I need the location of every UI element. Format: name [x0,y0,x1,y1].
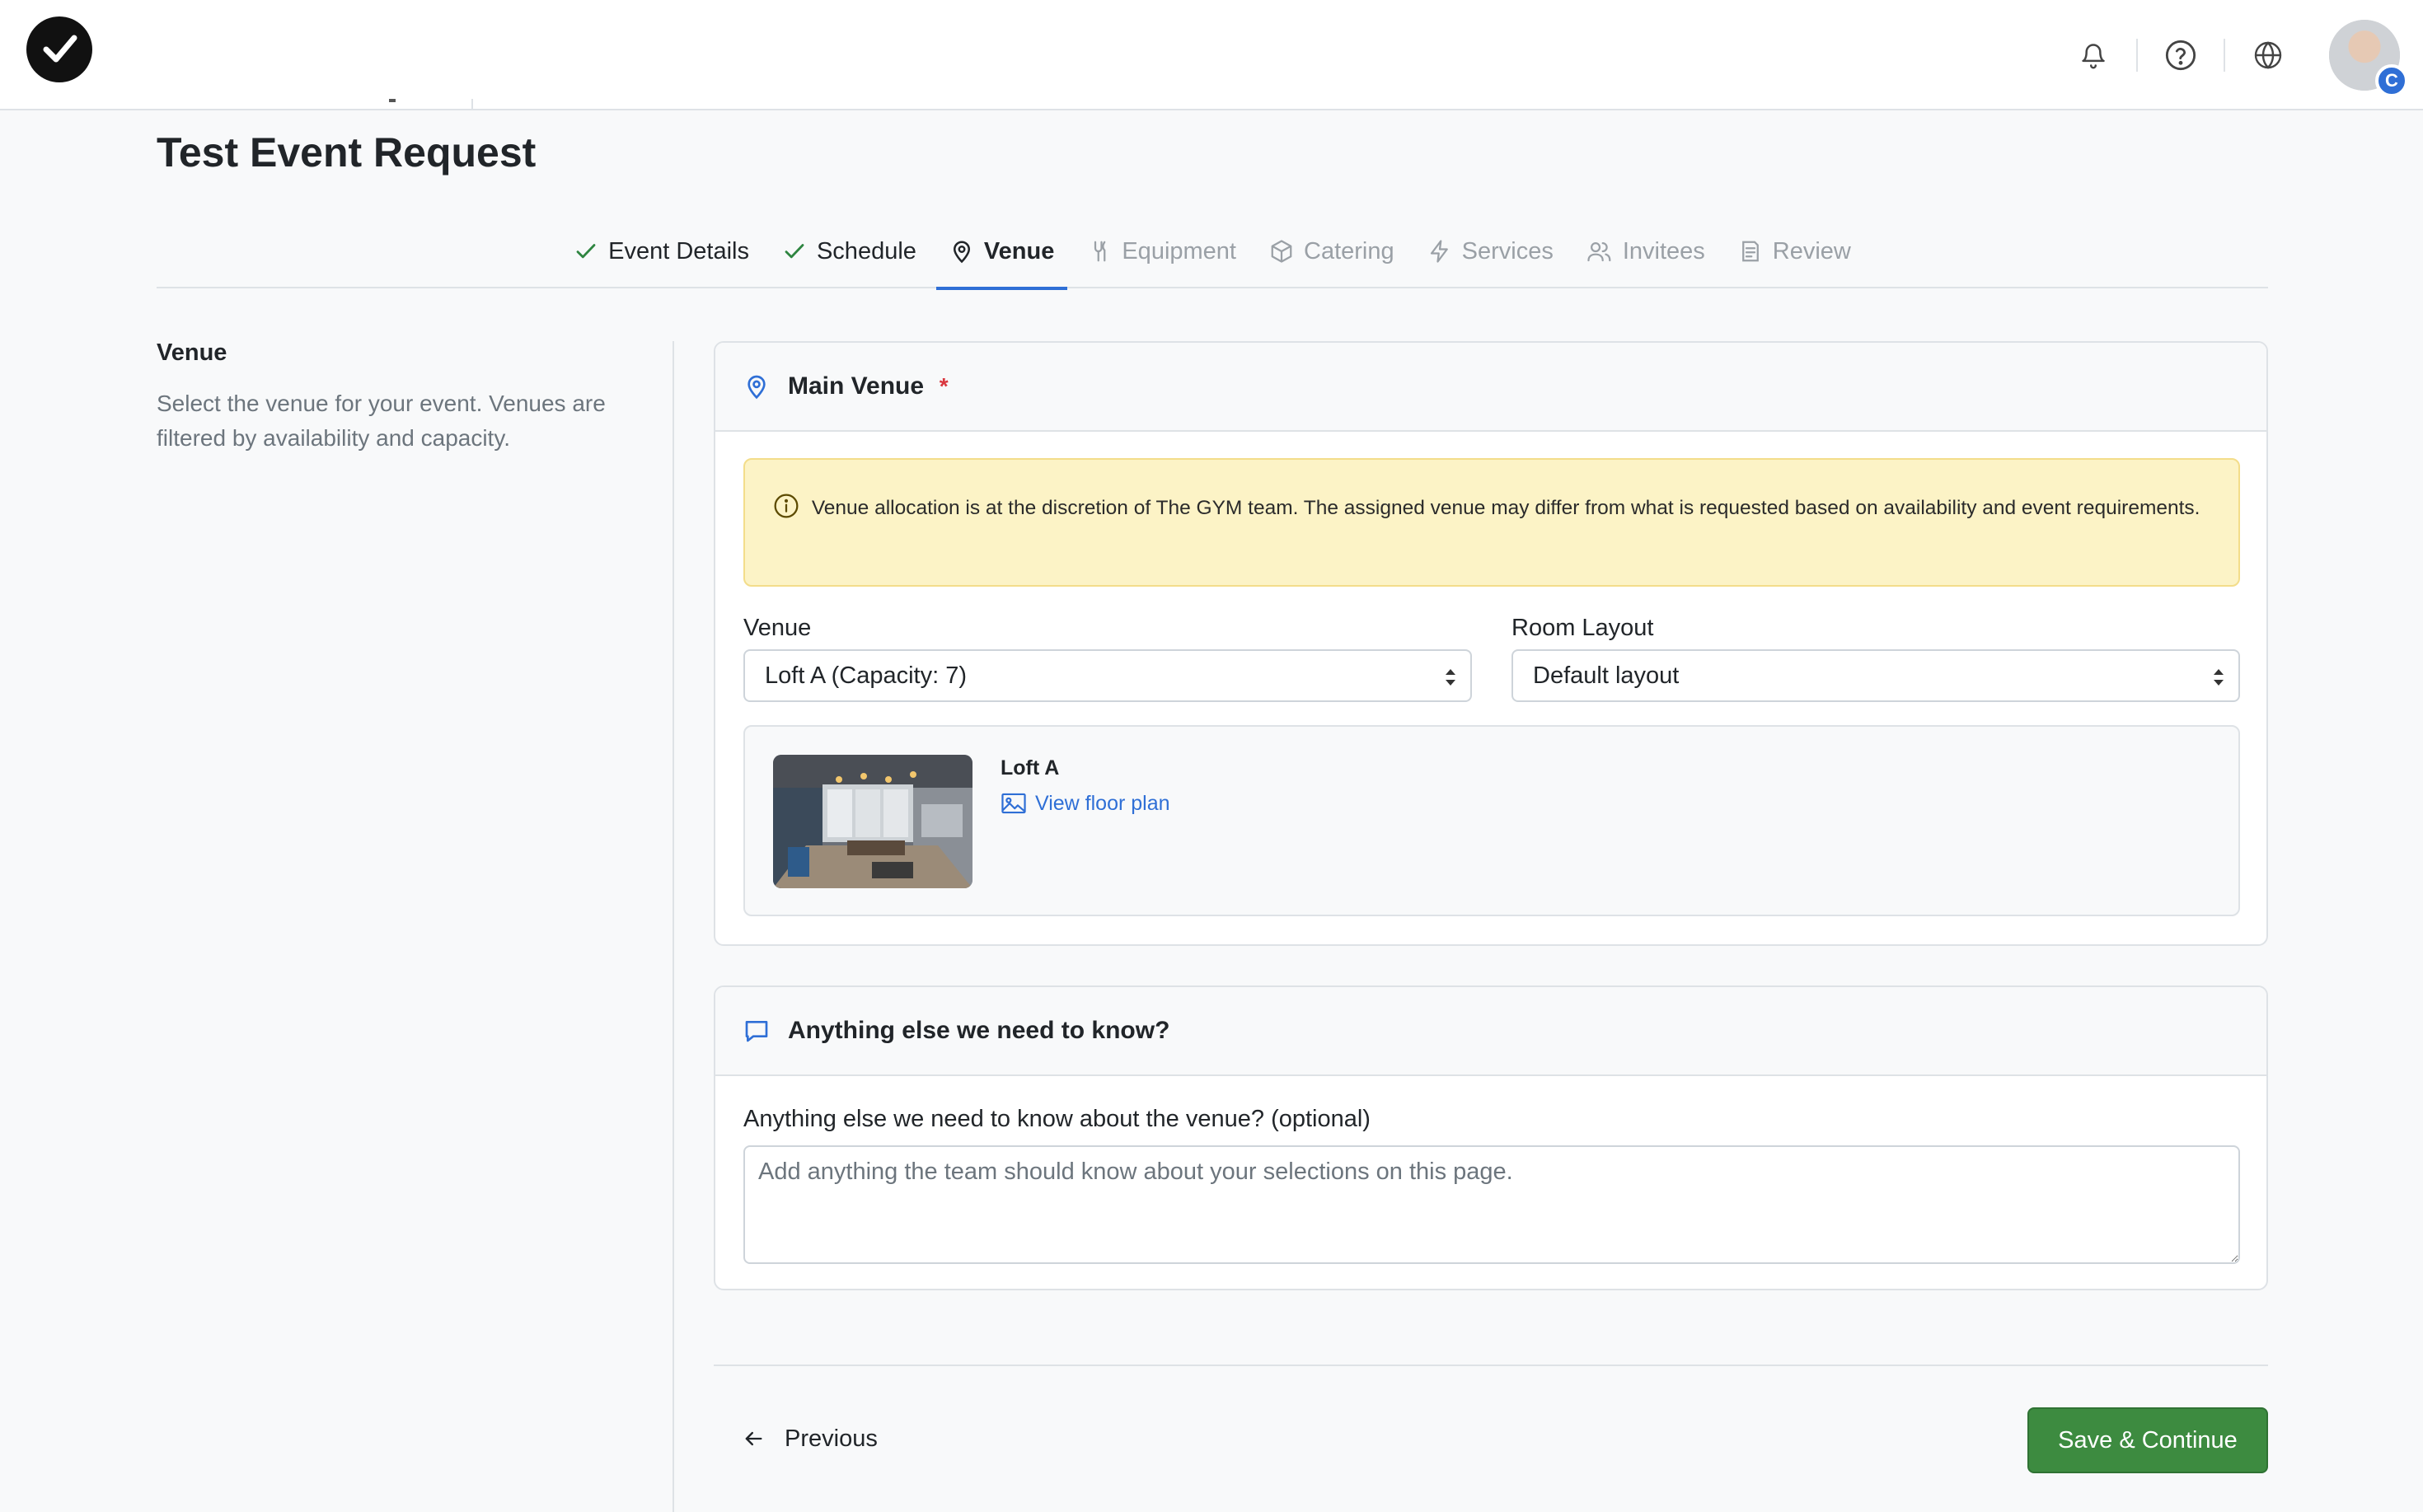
users-icon [1587,242,1611,262]
tab-label: Catering [1304,237,1394,264]
tab-event-details[interactable]: Event Details [560,214,762,288]
tab-label: Event Details [608,237,749,264]
required-marker: * [939,373,949,399]
tab-label: Services [1461,237,1554,264]
globe-icon[interactable] [2250,37,2286,73]
column-divider [673,341,674,1512]
card-header: Main Venue * [715,343,2266,432]
tab-review[interactable]: Review [1725,214,1864,288]
section-heading: Venue [157,339,227,366]
user-avatar[interactable]: C [2329,20,2408,97]
bell-icon[interactable] [2075,37,2111,73]
section-help-text: Select the venue for your event. Venues … [157,391,606,451]
divider [2136,39,2138,72]
selected-venue-preview: Loft A View floor plan [743,725,2240,916]
tab-label: Invitees [1622,237,1705,264]
divider [2224,39,2225,72]
tab-venue[interactable]: Venue [935,214,1068,290]
venue-select[interactable]: Loft A (Capacity: 7) [743,649,1472,702]
tab-services[interactable]: Services [1414,214,1567,288]
map-pin-icon [748,375,766,400]
room-layout-select[interactable]: Default layout [1511,649,2240,702]
arrow-left-icon [745,1431,762,1446]
venue-photo[interactable] [773,755,972,888]
section-description: Venue Select the venue for your event. V… [157,339,651,456]
venue-allocation-notice: Venue allocation is at the discretion of… [743,458,2240,587]
card-title: Anything else we need to know? [788,1017,1170,1044]
bolt-icon [1430,240,1448,263]
venue-notes-textarea[interactable] [743,1145,2240,1264]
tab-label: Equipment [1122,237,1236,264]
page-title: Test Event Request [157,129,537,176]
tab-label: Review [1772,237,1851,264]
app-logo[interactable] [26,16,92,82]
check-icon [576,244,596,259]
floor-plan-link-text: View floor plan [1035,791,1170,815]
step-tabs: Event Details Schedule Venue Equipment C… [157,214,2268,290]
tab-label: Venue [983,237,1055,264]
view-floor-plan-link[interactable]: View floor plan [1001,791,1170,816]
notes-label: Anything else we need to know about the … [743,1106,1371,1132]
breadcrumb-fragment [389,99,473,110]
tool-icon [1094,241,1106,262]
card-title: Main Venue * [788,372,949,400]
box-icon [1271,240,1292,263]
clipboard-icon [1741,241,1759,262]
card-header: Anything else we need to know? [715,987,2266,1076]
additional-notes-card: Anything else we need to know? Anything … [714,985,2268,1290]
tab-label: Schedule [816,237,916,264]
venue-select-value: Loft A (Capacity: 7) [765,662,968,689]
top-bar: C [0,0,2423,110]
footer-divider [714,1365,2268,1366]
notice-text: Venue allocation is at the discretion of… [811,497,2200,519]
room-layout-select-value: Default layout [1533,662,1680,689]
venue-name: Loft A [1001,756,1060,779]
previous-button-label: Previous [785,1425,878,1452]
card-title-text: Main Venue [788,372,925,400]
venue-photo-image [773,755,972,888]
info-icon [774,494,799,518]
tab-equipment[interactable]: Equipment [1074,214,1249,288]
venue-label: Venue [743,615,812,641]
map-pin-icon [953,241,970,264]
room-layout-label: Room Layout [1511,615,1654,641]
image-icon [1001,793,1026,814]
help-icon[interactable] [2163,37,2199,73]
top-bar-actions: C [2075,0,2423,110]
previous-button[interactable]: Previous [742,1416,878,1462]
save-and-continue-button[interactable]: Save & Continue [2027,1407,2268,1473]
tab-catering[interactable]: Catering [1256,214,1408,288]
main-venue-card: Main Venue * Venue allocation is at the … [714,341,2268,946]
checkmark-logo-icon [43,35,77,63]
select-arrows-icon [2214,669,2224,686]
check-icon [785,244,804,259]
tab-invitees[interactable]: Invitees [1573,214,1718,288]
account-badge-icon: C [2375,64,2408,97]
chat-icon [745,1021,768,1042]
select-arrows-icon [1446,669,1455,686]
tab-schedule[interactable]: Schedule [769,214,930,288]
